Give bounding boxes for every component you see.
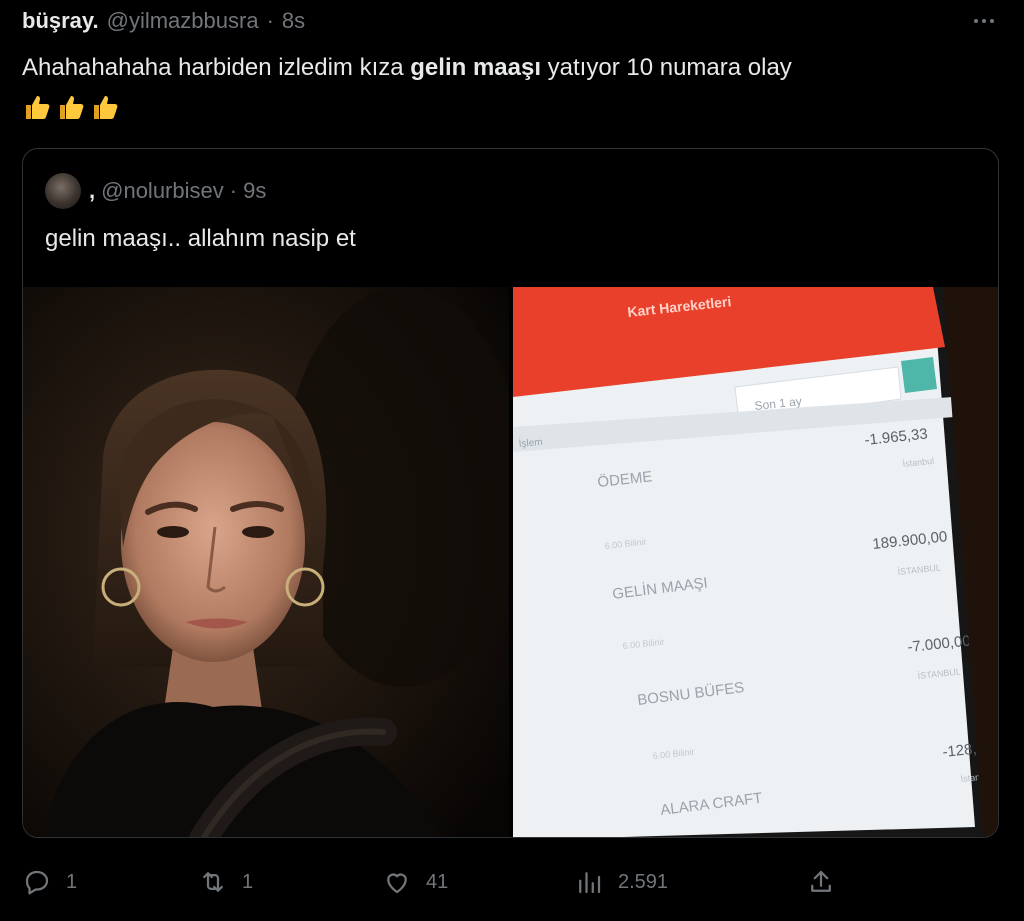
tweet-action-bar: 1 1 41 2.591 [22,862,1002,902]
reply-button[interactable]: 1 [22,862,77,902]
author-display-name[interactable]: büşray. [22,8,99,34]
retweet-icon [203,872,223,892]
quote-avatar[interactable] [45,173,81,209]
media-image-phone[interactable]: Kart Hareketleri Son 1 ay İşlem ÖDEME -1… [513,287,998,837]
quote-text: gelin maaşı.. allahım nasip et [45,225,356,252]
tweet-header: büşray. @yilmazbbusra · 8s [22,8,305,38]
tweet-text-part-2: yatıyor 10 numara olay [541,54,792,81]
quote-handle[interactable]: @nolurbisev [101,178,224,204]
media-image-woman[interactable] [23,287,509,837]
quote-separator-dot: · [229,178,238,203]
tweet-text-part-1: Ahahahahaha harbiden izledim kıza [22,54,411,81]
share-button[interactable] [806,862,836,902]
quote-timestamp[interactable]: 9s [243,178,266,204]
thumbs-up-emoji-icon [26,96,50,119]
views-chart-icon [579,872,601,894]
thumbs-up-emoji-icon [60,96,84,119]
views-button[interactable]: 2.591 [574,862,668,902]
quote-display-name[interactable]: , [89,178,95,204]
reply-icon [25,870,49,895]
share-icon [811,870,831,892]
media-grid: Kart Hareketleri Son 1 ay İşlem ÖDEME -1… [23,287,998,837]
tweet-text-bold: gelin maaşı [410,54,541,81]
author-handle[interactable]: @yilmazbbusra [107,8,259,34]
emoji-row [22,92,120,122]
retweet-count: 1 [242,870,254,893]
separator-dot: · [266,8,274,33]
tweet-timestamp[interactable]: 8s [282,8,305,34]
view-count: 2.591 [618,870,669,893]
like-count: 41 [426,870,449,893]
quote-header: , @nolurbisev · 9s [45,171,266,211]
tweet-text: Ahahahahaha harbiden izledim kıza gelin … [22,52,1002,84]
reply-count: 1 [66,870,78,893]
thumbs-up-emoji-icon [94,96,118,119]
more-options-icon[interactable] [966,6,1002,36]
retweet-button[interactable]: 1 [198,862,253,902]
quoted-tweet-card[interactable]: , @nolurbisev · 9s gelin maaşı.. allahım… [22,148,999,838]
heart-icon [387,873,407,894]
like-button[interactable]: 41 [382,862,448,902]
